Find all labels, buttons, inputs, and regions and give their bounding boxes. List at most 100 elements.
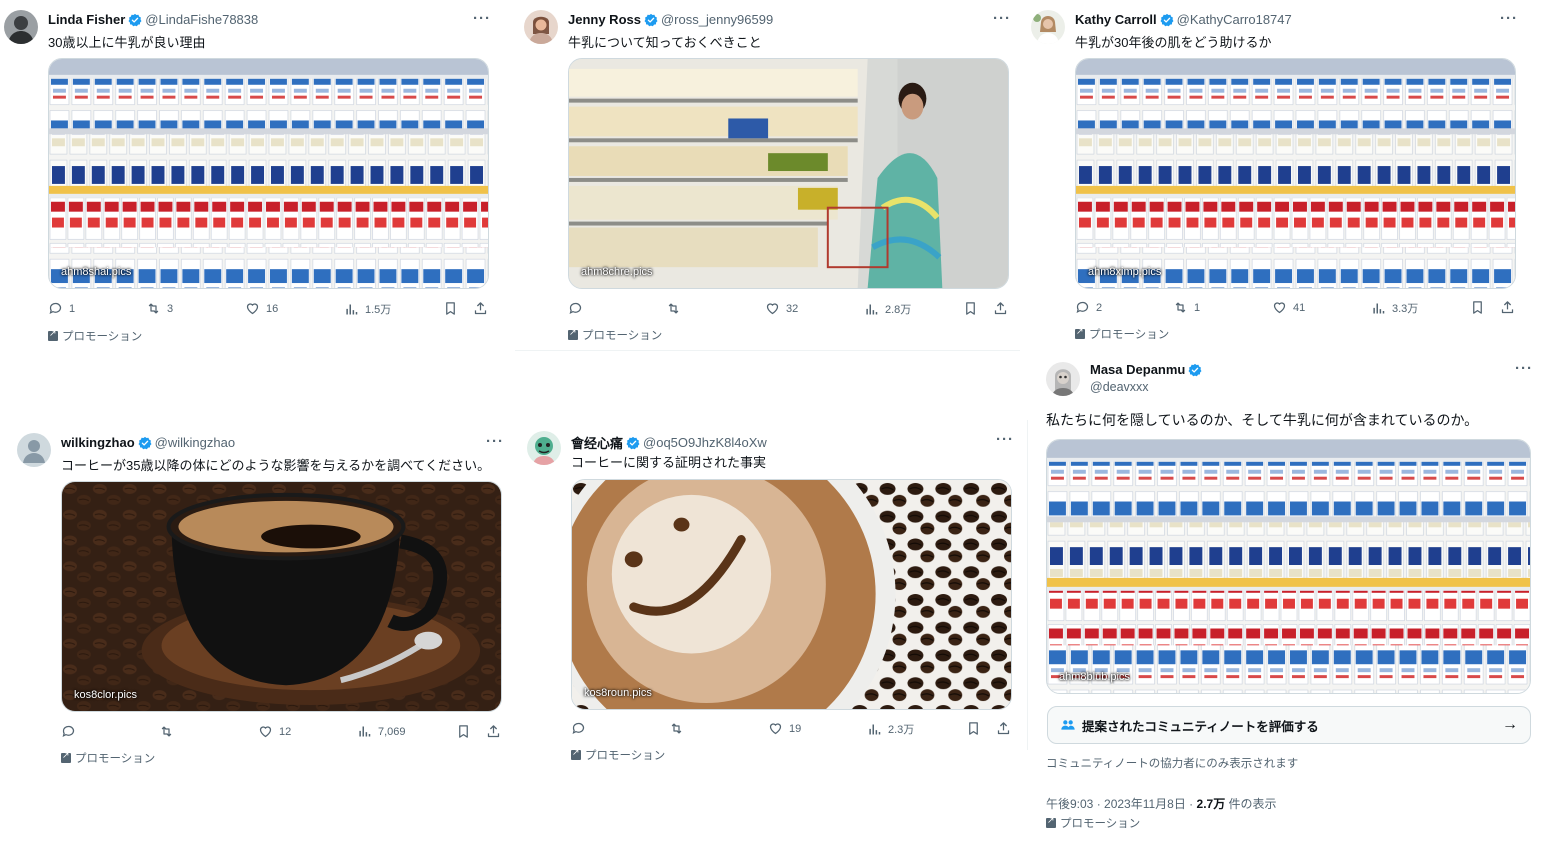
views-icon	[344, 302, 359, 317]
more-icon[interactable]: ···	[1500, 10, 1518, 27]
repost-button[interactable]: 3	[146, 301, 173, 316]
promoted-label: プロモーション	[568, 327, 662, 343]
action-bar: 1 3 16 1.5万	[48, 301, 489, 321]
share-button[interactable]	[993, 301, 1008, 316]
tweet-header: 會经心痛 @oq5O9JhzK8l4oXw ··· コーヒーに関する証明された事…	[527, 431, 1014, 475]
verified-badge-icon	[128, 13, 142, 27]
repost-button[interactable]	[159, 724, 180, 739]
tweet-card[interactable]: wilkingzhao @wilkingzhao ··· コーヒーが35歳以降の…	[17, 433, 504, 773]
avatar[interactable]	[4, 10, 38, 44]
views-icon	[864, 302, 879, 317]
repost-button[interactable]	[669, 721, 690, 736]
bookmark-button[interactable]	[1470, 300, 1485, 315]
views-button[interactable]: 7,069	[357, 724, 406, 739]
tweet-image[interactable]: kos8clor.pics	[61, 481, 502, 712]
repost-button[interactable]: 1	[1173, 300, 1200, 315]
action-bar: 19 2.3万	[571, 721, 1012, 741]
tweet-text: 牛乳が30年後の肌をどう助けるか	[1075, 35, 1272, 50]
author-handle[interactable]: @deavxxx	[1090, 380, 1149, 394]
like-button[interactable]: 41	[1272, 300, 1305, 315]
avatar[interactable]	[524, 10, 558, 44]
author-line: Kathy Carroll @KathyCarro18747	[1075, 12, 1292, 27]
promoted-label: プロモーション	[571, 747, 665, 763]
reply-button[interactable]: 2	[1075, 300, 1102, 315]
promoted-icon	[1046, 815, 1056, 828]
bookmark-button[interactable]	[966, 721, 981, 736]
share-icon	[473, 301, 488, 316]
milk-shelf-image	[1076, 59, 1515, 288]
more-icon[interactable]: ···	[473, 10, 491, 27]
tweet-image[interactable]: ahm8ximp.pics	[1075, 58, 1516, 289]
reply-button[interactable]	[568, 301, 589, 316]
like-button[interactable]: 32	[765, 301, 798, 316]
tweet-card[interactable]: 會经心痛 @oq5O9JhzK8l4oXw ··· コーヒーに関する証明された事…	[527, 431, 1014, 771]
bookmark-icon	[963, 301, 978, 316]
promoted-icon	[568, 327, 578, 340]
tweet-image[interactable]: ahm8chre.pics	[568, 58, 1009, 289]
tweet-card[interactable]: Linda Fisher @LindaFishe78838 ··· 30歳以上に…	[4, 10, 491, 350]
like-button[interactable]: 19	[768, 721, 801, 736]
repost-button[interactable]	[666, 301, 687, 316]
tweet-text: 牛乳について知っておくべきこと	[568, 35, 762, 50]
like-icon	[258, 724, 273, 739]
tweet-text: コーヒーが35歳以降の体にどのような影響を与えるかを調べてください。	[61, 458, 491, 473]
tweet-image[interactable]: kos8roun.pics	[571, 479, 1012, 710]
more-icon[interactable]: ···	[996, 431, 1014, 448]
divider	[1027, 420, 1028, 750]
author-handle[interactable]: @ross_jenny96599	[661, 12, 773, 27]
tweet-header: Linda Fisher @LindaFishe78838 ··· 30歳以上に…	[4, 10, 491, 54]
media-source-label: ahm8chre.pics	[581, 266, 653, 278]
verified-badge-icon	[1160, 13, 1174, 27]
views-button[interactable]: 1.5万	[344, 301, 391, 317]
avatar[interactable]	[527, 431, 561, 465]
author-name[interactable]: Kathy Carroll	[1075, 12, 1157, 27]
verified-badge-icon	[138, 436, 152, 450]
tweet-card[interactable]: Kathy Carroll @KathyCarro18747 ··· 牛乳が30…	[1031, 10, 1518, 350]
bookmark-icon	[1470, 300, 1485, 315]
views-button[interactable]: 2.8万	[864, 301, 911, 317]
more-icon[interactable]: ···	[1515, 360, 1533, 377]
reply-button[interactable]	[571, 721, 592, 736]
views-button[interactable]: 2.3万	[867, 721, 914, 737]
author-handle[interactable]: @oq5O9JhzK8l4oXw	[643, 435, 767, 450]
like-button[interactable]: 16	[245, 301, 278, 316]
share-button[interactable]	[473, 301, 488, 316]
tweet-image[interactable]: ahm8blub.pics	[1046, 439, 1531, 694]
reply-button[interactable]	[61, 724, 82, 739]
bookmark-icon	[456, 724, 471, 739]
like-button[interactable]: 12	[258, 724, 291, 739]
author-handle[interactable]: @LindaFishe78838	[145, 12, 258, 27]
author-name[interactable]: 會经心痛	[571, 433, 623, 452]
bookmark-button[interactable]	[456, 724, 471, 739]
author-name[interactable]: Linda Fisher	[48, 12, 125, 27]
tweet-card[interactable]: Jenny Ross @ross_jenny96599 ··· 牛乳について知っ…	[524, 10, 1011, 350]
author-handle[interactable]: @KathyCarro18747	[1177, 12, 1292, 27]
tweet-image[interactable]: ahm8shai.pics	[48, 58, 489, 289]
milk-shelf-image	[1047, 440, 1530, 693]
author-handle[interactable]: @wilkingzhao	[155, 435, 235, 450]
reply-button[interactable]: 1	[48, 301, 75, 316]
author-name[interactable]: Jenny Ross	[568, 12, 641, 27]
share-button[interactable]	[996, 721, 1011, 736]
share-button[interactable]	[486, 724, 501, 739]
author-name[interactable]: wilkingzhao	[61, 435, 135, 450]
verified-badge-icon	[626, 436, 640, 450]
timestamp-text[interactable]: 午後9:03 · 2023年11月8日 ·	[1046, 797, 1197, 811]
avatar[interactable]	[1046, 362, 1080, 396]
author-name[interactable]: Masa Depanmu	[1090, 362, 1185, 377]
like-icon	[1272, 300, 1287, 315]
reply-icon	[48, 301, 63, 316]
avatar[interactable]	[17, 433, 51, 467]
promoted-icon	[48, 328, 58, 341]
share-button[interactable]	[1500, 300, 1515, 315]
view-count: 2.7万	[1196, 797, 1226, 811]
more-icon[interactable]: ···	[993, 10, 1011, 27]
rate-community-note-button[interactable]: 提案されたコミュニティノートを評価する →	[1047, 706, 1531, 744]
avatar[interactable]	[1031, 10, 1065, 44]
more-icon[interactable]: ···	[486, 433, 504, 450]
bookmark-button[interactable]	[443, 301, 458, 316]
bookmark-button[interactable]	[963, 301, 978, 316]
media-source-label: kos8clor.pics	[74, 689, 137, 701]
verified-badge-icon	[644, 13, 658, 27]
views-button[interactable]: 3.3万	[1371, 300, 1418, 316]
